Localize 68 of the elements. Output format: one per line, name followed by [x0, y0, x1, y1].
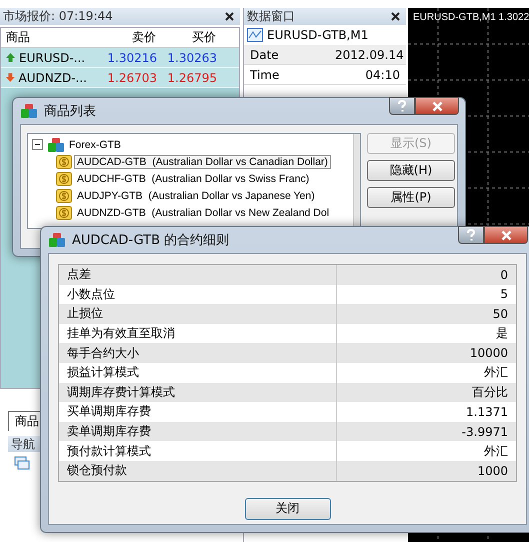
tree-item[interactable]: AUDNZD-GTB (Australian Dollar vs New Zealand Dol: [74, 206, 332, 220]
column-header[interactable]: 商品: [1, 29, 91, 46]
arrow-up-icon: [5, 52, 16, 63]
close-icon: [432, 100, 442, 112]
dialog-title: 商品列表: [44, 103, 96, 120]
bid-cell-text: 1.26703: [106, 70, 158, 84]
help-button[interactable]: [458, 226, 484, 244]
dollar-icon: [56, 188, 72, 202]
property-name: 每手合约大小: [66, 344, 140, 362]
tree-item[interactable]: Forex-GTB: [69, 138, 121, 150]
dialog-button[interactable]: 属性(P): [367, 187, 455, 208]
property-value: 百分比: [336, 382, 516, 402]
chart-label: EURUSD-GTB,M1 1.3022: [413, 12, 529, 23]
scrollbar[interactable]: [353, 134, 360, 228]
column-header[interactable]: 买价: [161, 29, 221, 46]
field-label: Date: [249, 48, 280, 62]
property-name: 挂单为有效直至取消: [66, 325, 176, 342]
field-value: 2012.09.14: [334, 48, 405, 62]
property-name: 买单调期库存费: [66, 403, 152, 420]
property-name: 调期库存费计算模式: [66, 384, 176, 401]
symbol-cell[interactable]: EURUSD-...: [1, 50, 91, 64]
tree-item[interactable]: AUDCAD-GTB (Australian Dollar vs Canadian Dollar): [74, 154, 331, 168]
property-value: -3.9971: [336, 422, 516, 442]
column-header[interactable]: 卖价: [91, 29, 161, 46]
terminal-icon: [14, 455, 30, 471]
panel-title: 市场报价: 07:19:44: [3, 8, 113, 25]
help-icon: [466, 229, 476, 241]
property-value: 10000: [336, 343, 516, 363]
chart-icon: [247, 28, 263, 42]
app-icon: [20, 103, 38, 119]
close-button[interactable]: 关闭: [244, 498, 330, 520]
field-value: 04:10: [364, 68, 401, 82]
collapse-icon[interactable]: [32, 139, 43, 150]
property-name: 小数点位: [66, 286, 116, 303]
dialog-title: AUDCAD-GTB 的合约细则: [72, 232, 230, 249]
property-value: 50: [336, 304, 516, 324]
panel-title: 导航: [11, 437, 35, 451]
close-icon[interactable]: [225, 12, 234, 21]
bid-cell-text: 1.30216: [106, 50, 158, 64]
folder-icon: [47, 136, 65, 152]
property-name: 锁仓预付款: [66, 462, 128, 480]
property-name: 止损位: [66, 305, 104, 322]
dollar-icon: [56, 172, 72, 186]
dollar-icon: [56, 206, 72, 220]
symbol-label: EURUSD-GTB,M1: [267, 28, 368, 42]
app-icon: [48, 232, 66, 248]
property-value: 1000: [336, 460, 516, 481]
close-button[interactable]: [484, 226, 528, 244]
ask-cell-text: 1.30263: [166, 50, 218, 64]
help-icon: [397, 100, 407, 112]
property-value: 0: [336, 265, 516, 285]
property-name: 点差: [66, 266, 92, 284]
tree-item[interactable]: AUDCHF-GTB (Australian Dollar vs Swiss Franc): [74, 172, 312, 186]
property-name: 卖单调期库存费: [66, 423, 152, 440]
property-name: 损益计算模式: [66, 364, 140, 382]
panel-title: 数据窗口: [247, 8, 295, 25]
ask-cell-text: 1.26795: [166, 70, 218, 84]
close-button[interactable]: [415, 97, 459, 115]
arrow-down-icon: [5, 72, 16, 83]
symbol-cell[interactable]: AUDNZD-...: [1, 70, 91, 84]
close-icon[interactable]: [391, 12, 400, 21]
property-name: 预付款计算模式: [66, 442, 152, 460]
help-button[interactable]: [389, 97, 415, 115]
dollar-icon: [56, 154, 72, 168]
field-label: Time: [249, 68, 280, 82]
tree-item[interactable]: AUDJPY-GTB (Australian Dollar vs Japanese Yen): [74, 188, 318, 202]
close-icon: [500, 230, 512, 240]
dialog-button[interactable]: 隐藏(H): [367, 160, 455, 181]
